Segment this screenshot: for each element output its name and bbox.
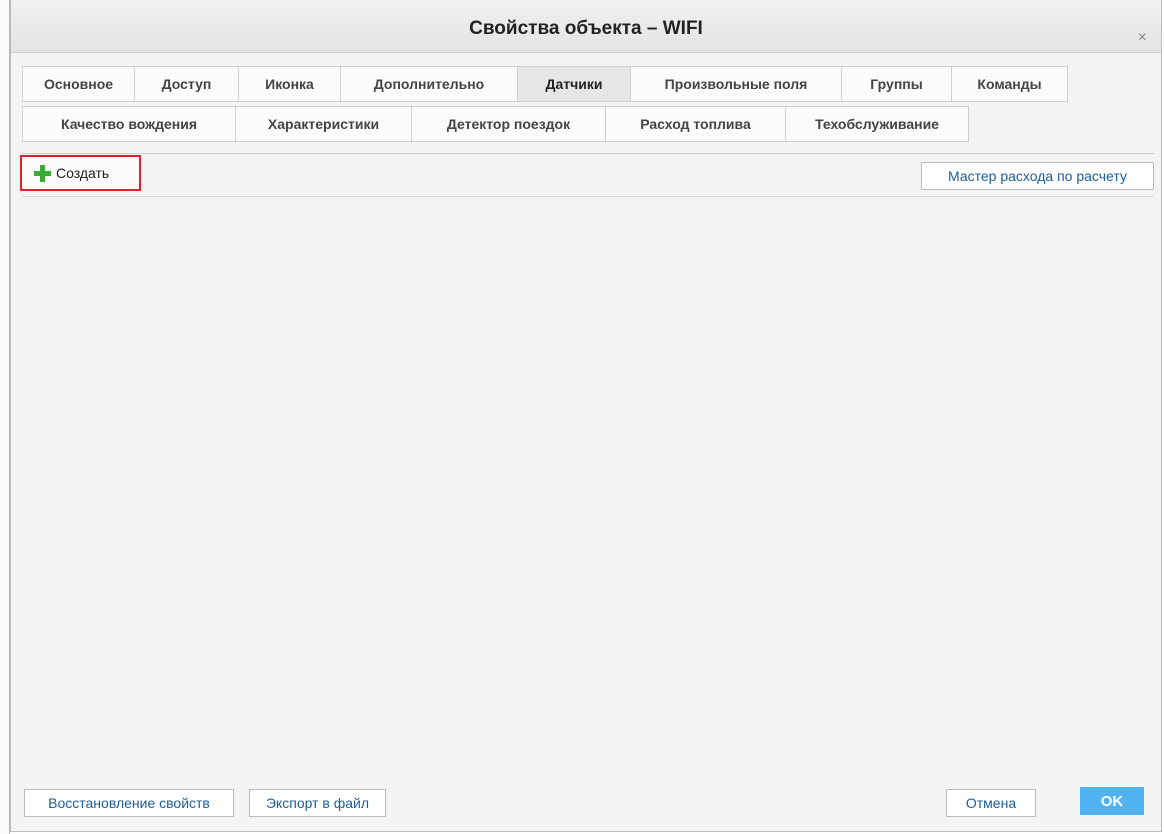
tab-advanced[interactable]: Дополнительно [340, 66, 517, 102]
restore-properties-button[interactable]: Восстановление свойств [24, 789, 234, 817]
dialog-titlebar[interactable]: Свойства объекта – WIFI × [11, 0, 1161, 53]
tab-fuel-consumption[interactable]: Расход топлива [605, 106, 785, 142]
close-icon[interactable]: × [1138, 30, 1147, 46]
tab-access[interactable]: Доступ [134, 66, 238, 102]
tab-trip-detector[interactable]: Детектор поездок [411, 106, 605, 142]
tab-characteristics[interactable]: Характеристики [235, 106, 411, 142]
tab-custom-fields[interactable]: Произвольные поля [630, 66, 841, 102]
tab-icon[interactable]: Иконка [238, 66, 340, 102]
sensors-list-area [22, 197, 1154, 764]
tabs-divider [22, 153, 1154, 154]
tab-sensors[interactable]: Датчики [517, 66, 630, 102]
tabs-row-2: Качество вождения Характеристики Детекто… [22, 106, 969, 142]
cancel-button[interactable]: Отмена [946, 789, 1036, 817]
tab-driving-quality[interactable]: Качество вождения [22, 106, 235, 142]
tab-main[interactable]: Основное [22, 66, 134, 102]
create-button-label: Создать [56, 165, 110, 181]
tab-maintenance[interactable]: Техобслуживание [785, 106, 969, 142]
dialog-title: Свойства объекта – WIFI [469, 18, 703, 39]
create-sensor-button[interactable]: Создать [20, 155, 141, 191]
ok-button[interactable]: OK [1080, 787, 1144, 815]
background-window-edge [0, 0, 10, 834]
tabs-row-1: Основное Доступ Иконка Дополнительно Дат… [22, 66, 1068, 102]
tab-commands[interactable]: Команды [951, 66, 1068, 102]
fuel-calculation-wizard-button[interactable]: Мастер расхода по расчету [921, 162, 1154, 190]
export-to-file-button[interactable]: Экспорт в файл [249, 789, 386, 817]
plus-icon [34, 164, 51, 182]
tab-groups[interactable]: Группы [841, 66, 951, 102]
